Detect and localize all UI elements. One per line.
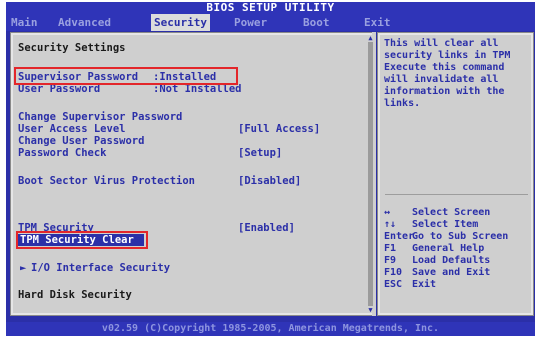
tab-advanced[interactable]: Advanced (55, 14, 114, 31)
key-hint-desc: Exit (412, 279, 437, 290)
supervisor-password-label: Supervisor Password (18, 71, 139, 83)
tab-boot[interactable]: Boot (300, 14, 333, 31)
key-hint-desc: Select Item (412, 219, 479, 230)
section-title: Security Settings (18, 42, 126, 54)
help-text: This will clear all security links in TP… (384, 38, 511, 109)
submenu-arrow-icon: ► (20, 262, 27, 274)
user-password-label: User Password (18, 83, 101, 95)
tab-bar: Main Advanced Security Power Boot Exit (6, 14, 535, 31)
user-access-level-value[interactable]: [Full Access] (238, 123, 320, 135)
key-name: Enter (384, 231, 415, 242)
key-hint-desc: Save and Exit (412, 267, 491, 278)
key-hint-desc: Go to Sub Screen (412, 231, 509, 242)
user-access-level-item[interactable]: User Access Level (18, 123, 125, 135)
left-right-arrows-icon: ↔ (384, 207, 391, 218)
key-hint-f10: F10 Save and Exit (384, 267, 490, 279)
supervisor-password-status: :Installed (153, 71, 217, 83)
boot-sector-virus-protection-value[interactable]: [Disabled] (238, 175, 301, 187)
key-hint-enter: EnterGo to Sub Screen (384, 231, 508, 243)
tpm-security-item[interactable]: TPM Security (18, 222, 94, 234)
password-check-value[interactable]: [Setup] (238, 147, 282, 159)
boot-sector-virus-protection-item[interactable]: Boot Sector Virus Protection (18, 175, 195, 187)
key-name: F10 (384, 267, 403, 278)
tpm-security-clear-item[interactable]: TPM Security Clear (20, 234, 134, 246)
user-password-status: :Not Installed (153, 83, 242, 95)
key-hint-esc: ESC Exit (384, 279, 436, 291)
io-interface-security-item[interactable]: I/O Interface Security (31, 262, 170, 274)
key-name: F1 (384, 243, 397, 254)
tpm-security-value[interactable]: [Enabled] (238, 222, 295, 234)
scroll-up-arrow-icon[interactable]: ▲ (367, 35, 374, 42)
key-hint-select-item: ↑↓ Select Item (384, 219, 478, 231)
bios-screen: BIOS SETUP UTILITY Main Advanced Securit… (6, 2, 535, 336)
key-hint-desc: Load Defaults (412, 255, 491, 266)
key-hint-f9: F9 Load Defaults (384, 255, 490, 267)
help-separator (385, 194, 528, 195)
change-supervisor-password-item[interactable]: Change Supervisor Password (18, 111, 182, 123)
password-check-item[interactable]: Password Check (18, 147, 107, 159)
scrollbar[interactable] (368, 42, 373, 306)
tab-power[interactable]: Power (231, 14, 270, 31)
tab-main[interactable]: Main (8, 14, 41, 31)
copyright-footer: v02.59 (C)Copyright 1985-2005, American … (6, 322, 535, 336)
tab-exit[interactable]: Exit (361, 14, 394, 31)
key-hint-select-screen: ↔ Select Screen (384, 207, 490, 219)
key-hint-f1: F1 General Help (384, 243, 484, 255)
key-hint-desc: General Help (412, 243, 485, 254)
bios-title: BIOS SETUP UTILITY (206, 2, 335, 14)
key-name: ESC (384, 279, 403, 290)
hard-disk-security-item[interactable]: Hard Disk Security (18, 289, 132, 301)
title-bar: BIOS SETUP UTILITY (6, 2, 535, 14)
key-hint-desc: Select Screen (412, 207, 491, 218)
change-user-password-item[interactable]: Change User Password (18, 135, 144, 147)
scroll-down-arrow-icon[interactable]: ▼ (367, 307, 374, 314)
key-name: F9 (384, 255, 397, 266)
tab-security[interactable]: Security (151, 14, 210, 31)
up-down-arrows-icon: ↑↓ (384, 219, 397, 230)
